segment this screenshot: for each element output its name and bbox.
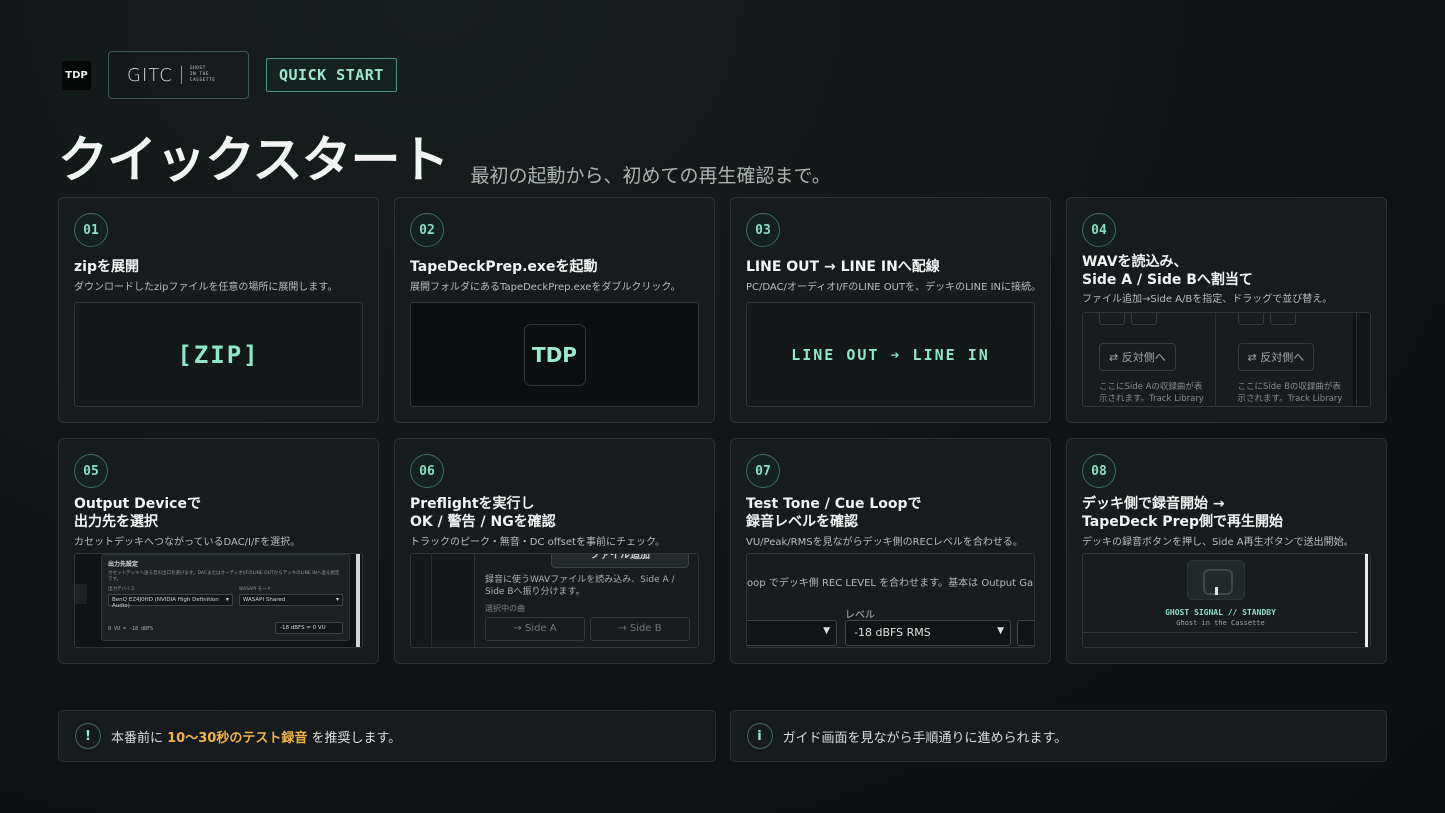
- step-preview-level: oop でデッキ側 REC LEVEL を合わせます。基本は Output Ga…: [746, 553, 1035, 648]
- meter-reference-select[interactable]: -18 dBFS = 0 VU: [275, 622, 343, 634]
- chevron-down-icon: ▼: [997, 626, 1004, 636]
- step-card-03: 03 LINE OUT → LINE INへ配線 PC/DAC/オーディオI/F…: [730, 197, 1051, 423]
- cassette-icon: [1187, 560, 1245, 600]
- page-heading: クイックスタート 最初の起動から、初めての再生確認まで。: [58, 130, 831, 190]
- gitc-separator: [180, 66, 182, 84]
- step-description: ファイル追加→Side A/Bを指定、ドラッグで並び替え。: [1082, 294, 1333, 305]
- output-device-select[interactable]: BenQ EZ4J0HD (NVIDIA High Definition Aud…: [108, 594, 233, 609]
- tdp-logo: TDP: [62, 60, 91, 90]
- selected-track-label: 選択中の曲: [485, 604, 525, 613]
- level-select[interactable]: -18 dBFS RMS ▼: [845, 620, 1011, 646]
- step-title: WAVを読込み、 Side A / Side Bへ割当て: [1082, 254, 1253, 288]
- step-number: 01: [74, 213, 108, 247]
- step-title: TapeDeckPrep.exeを起動: [410, 259, 598, 275]
- step-number: 07: [746, 454, 780, 488]
- chevron-down-icon: ▼: [823, 626, 830, 636]
- page-title: クイックスタート: [58, 131, 449, 189]
- panel-subtitle: カセットデッキへ送る音の出口を選びます。DACまたはオーディオI/FのLINE …: [108, 571, 340, 582]
- step-preview-sides: ⇄ 反対側へ ここにSide Aの収録曲が表示されます。Track Librar…: [1082, 312, 1371, 407]
- gitc-logo: GITC GHOST IN THE CASSETTE: [108, 51, 249, 99]
- steps-grid: 01 zipを展開 ダウンロードしたzipファイルを任意の場所に展開します。 […: [58, 197, 1387, 664]
- page-subtitle: 最初の起動から、初めての再生確認まで。: [470, 165, 831, 187]
- note-text: ガイド画面を見ながら手順通りに進められます。: [782, 730, 1068, 746]
- move-to-opposite-button[interactable]: ⇄ 反対側へ: [1099, 343, 1176, 371]
- scrollbar[interactable]: [356, 554, 360, 647]
- step-card-05: 05 Output Deviceで 出力先を選択 カセットデッキへつながっている…: [58, 438, 379, 664]
- signal-select[interactable]: ▼: [747, 620, 837, 646]
- step-number: 04: [1082, 213, 1116, 247]
- gitc-wordmark: GITC: [127, 64, 173, 86]
- step-card-02: 02 TapeDeckPrep.exeを起動 展開フォルダにあるTapeDeck…: [394, 197, 715, 423]
- notes-row: ! 本番前に 10〜30秒のテスト録音 を推奨します。 i ガイド画面を見ながら…: [58, 710, 1387, 762]
- zip-label: [ZIP]: [177, 340, 260, 369]
- step-title: デッキ側で録音開始 → TapeDeck Prep側で再生開始: [1082, 496, 1283, 530]
- step-description: 展開フォルダにあるTapeDeckPrep.exeをダブルクリック。: [410, 282, 681, 293]
- gain-select[interactable]: [1017, 620, 1034, 646]
- step-card-01: 01 zipを展開 ダウンロードしたzipファイルを任意の場所に展開します。 […: [58, 197, 379, 423]
- info-icon: i: [746, 723, 773, 749]
- step-title: Test Tone / Cue Loopで 録音レベルを確認: [746, 496, 922, 530]
- side-b-placeholder: ここにSide Bの収録曲が表示されます。Track Libraryから追加して…: [1237, 382, 1343, 404]
- step-preview-wiring: LINE OUT ➔ LINE IN: [746, 302, 1035, 407]
- step-number: 08: [1082, 454, 1116, 488]
- step-title: Preflightを実行し OK / 警告 / NGを確認: [410, 496, 556, 530]
- tdp-app-icon: TDP: [523, 323, 586, 386]
- step-description: カセットデッキへつながっているDAC/I/Fを選択。: [74, 537, 301, 548]
- scrollbar[interactable]: [1365, 554, 1368, 647]
- wasapi-mode-select[interactable]: WASAPI Shared: [238, 594, 343, 606]
- signal-subtitle: Ghost in the Cassette: [1176, 619, 1265, 627]
- assign-side-b-button[interactable]: → Side B: [590, 617, 690, 641]
- step-number: 02: [410, 213, 444, 247]
- exclamation-icon: !: [75, 723, 101, 749]
- step-card-04: 04 WAVを読込み、 Side A / Side Bへ割当て ファイル追加→S…: [1066, 197, 1387, 423]
- side-a-placeholder: ここにSide Aの収録曲が表示されます。Track Libraryから追加して…: [1099, 382, 1204, 404]
- step-description: VU/Peak/RMSを見ながらデッキ側のRECレベルを合わせる。: [746, 537, 1023, 548]
- step-preview-output-device: 出力先設定 カセットデッキへ送る音の出口を選びます。DACまたはオーディオI/F…: [74, 553, 363, 648]
- step-number: 06: [410, 454, 444, 488]
- step-title: zipを展開: [74, 259, 139, 275]
- step-preview-app-icon: TDP: [410, 302, 699, 407]
- add-file-button[interactable]: ファイル追加: [551, 554, 689, 568]
- step-preview-preflight: ファイル追加 録音に使うWAVファイルを読み込み、Side A / Side B…: [410, 553, 699, 648]
- step-card-06: 06 Preflightを実行し OK / 警告 / NGを確認 トラックのピー…: [394, 438, 715, 664]
- level-label: レベル: [845, 610, 875, 621]
- note-text: 本番前に 10〜30秒のテスト録音 を推奨します。: [111, 730, 402, 746]
- move-to-opposite-button[interactable]: ⇄ 反対側へ: [1237, 343, 1315, 371]
- preflight-instructions: 録音に使うWAVファイルを読み込み、Side A / Side Bへ振り分けます…: [485, 575, 675, 597]
- gitc-subtitle: GHOST IN THE CASSETTE: [189, 66, 216, 83]
- step-title: Output Deviceで 出力先を選択: [74, 496, 201, 530]
- step-description: ダウンロードしたzipファイルを任意の場所に展開します。: [74, 282, 338, 293]
- test-recording-note: ! 本番前に 10〜30秒のテスト録音 を推奨します。: [58, 710, 716, 762]
- signal-status: GHOST SIGNAL // STANDBY: [1165, 608, 1276, 617]
- note-highlight: 10〜30秒のテスト録音: [167, 730, 308, 746]
- meter-reference: 0 VU = -18 dBFS: [108, 626, 154, 632]
- level-instructions: oop でデッキ側 REC LEVEL を合わせます。基本は Output Ga…: [747, 578, 1034, 589]
- step-card-08: 08 デッキ側で録音開始 → TapeDeck Prep側で再生開始 デッキの録…: [1066, 438, 1387, 664]
- side-a-column: ⇄ 反対側へ ここにSide Aの収録曲が表示されます。Track Librar…: [1083, 313, 1216, 406]
- step-preview-zip: [ZIP]: [74, 302, 363, 407]
- side-b-column: ⇄ 反対側へ ここにSide Bの収録曲が表示されます。Track Librar…: [1216, 313, 1356, 406]
- assign-side-a-button[interactable]: → Side A: [485, 617, 585, 641]
- top-bar: TDP GITC GHOST IN THE CASSETTE QUICK STA…: [62, 51, 397, 99]
- wiring-label: LINE OUT ➔ LINE IN: [791, 345, 990, 364]
- quick-start-button[interactable]: QUICK START: [266, 58, 397, 92]
- guide-note: i ガイド画面を見ながら手順通りに進められます。: [729, 710, 1387, 762]
- step-description: デッキの録音ボタンを押し、Side A再生ボタンで送出開始。: [1082, 537, 1354, 548]
- panel-title: 出力先設定: [108, 561, 139, 568]
- step-card-07: 07 Test Tone / Cue Loopで 録音レベルを確認 VU/Pea…: [730, 438, 1051, 664]
- step-preview-standby: GHOST SIGNAL // STANDBY Ghost in the Cas…: [1082, 553, 1371, 648]
- step-description: PC/DAC/オーディオI/FのLINE OUTを、デッキのLINE INに接続…: [746, 282, 1035, 293]
- step-number: 03: [746, 213, 780, 247]
- step-title: LINE OUT → LINE INへ配線: [746, 259, 940, 275]
- step-description: トラックのピーク・無音・DC offsetを事前にチェック。: [410, 537, 666, 548]
- step-number: 05: [74, 454, 108, 488]
- output-settings-panel: 出力先設定 カセットデッキへ送る音の出口を選びます。DACまたはオーディオI/F…: [101, 554, 350, 641]
